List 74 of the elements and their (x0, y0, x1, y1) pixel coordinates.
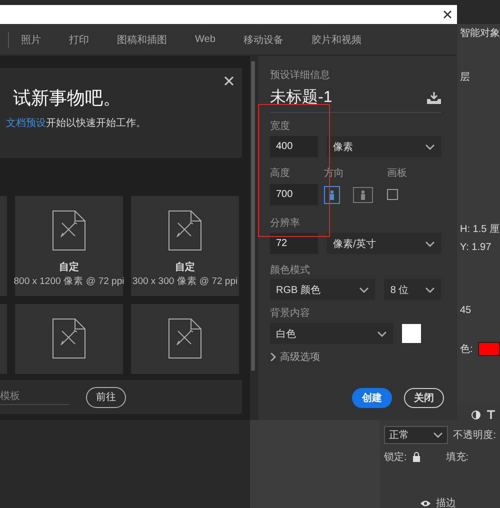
document-icon (168, 210, 202, 251)
go-button[interactable]: 前往 (86, 386, 126, 408)
close-button[interactable]: 关闭 (404, 388, 444, 408)
preset-tile[interactable]: 自定 800 x 1200 像素 @ 72 ppi (15, 196, 123, 296)
intro-text: 文档预设开始以快速开始工作。 (6, 116, 147, 130)
tab[interactable]: 打印 (69, 24, 89, 55)
field-label: 预设详细信息 (270, 68, 331, 82)
preset-size: 300 x 300 像素 @ 72 ppi (132, 275, 238, 288)
effect-label: 描边 (436, 496, 456, 508)
artboard-checkbox[interactable] (387, 189, 398, 200)
type-tool-icon[interactable] (486, 410, 496, 420)
document-icon (168, 318, 202, 359)
chevron-down-icon (425, 240, 435, 246)
preset-size: 800 x 1200 像素 @ 72 ppi (14, 275, 124, 288)
tab[interactable]: 胶片和视频 (311, 24, 362, 55)
background-dropdown[interactable]: 白色 (270, 323, 393, 344)
panel-label: 45 (459, 305, 472, 316)
field-label: 宽度 (270, 120, 291, 133)
document-presets-link[interactable]: 文档预设 (6, 118, 46, 129)
opacity-label: 不透明度: (453, 428, 496, 442)
advanced-options-toggle[interactable]: 高级选项 (270, 350, 441, 364)
color-mode-dropdown[interactable]: RGB 颜色 (270, 279, 376, 300)
number-field[interactable]: 400 (270, 136, 318, 157)
preset-name: 自定 (175, 260, 195, 274)
number-field[interactable]: 700 (270, 184, 318, 205)
document-icon (52, 318, 86, 359)
document-name[interactable]: 未标题-1 (270, 87, 332, 108)
intro-title: 试新事物吧。 (13, 87, 122, 110)
person-icon (328, 190, 336, 200)
number-field[interactable]: 72 (270, 233, 318, 254)
chevron-down-icon (425, 286, 435, 292)
chevron-down-icon (377, 330, 387, 336)
fill-label: 填充: (446, 450, 469, 464)
adjustment-icon[interactable] (471, 410, 481, 420)
chevron-right-icon (270, 353, 276, 361)
lock-label: 锁定: (384, 450, 407, 464)
tab[interactable]: 照片 (21, 24, 41, 55)
field-label: 颜色模式 (270, 264, 311, 277)
eye-icon[interactable] (420, 500, 431, 506)
create-button[interactable]: 创建 (352, 388, 392, 408)
field-label: 高度 (270, 166, 291, 180)
preset-tile[interactable] (131, 304, 239, 374)
document-icon (52, 210, 86, 251)
panel-label: Y: 1.97 (459, 242, 492, 253)
preset-name: 自定 (59, 260, 79, 274)
template-search-field[interactable]: 模板 (0, 389, 70, 405)
chevron-down-icon (359, 286, 370, 292)
panel-label: H: 1.5 厘 (459, 223, 500, 236)
field-label: 背景内容 (270, 306, 311, 320)
save-preset-icon[interactable] (427, 92, 441, 104)
scrollbar[interactable] (251, 61, 255, 371)
landscape-orientation-button[interactable] (353, 186, 373, 202)
person-icon (359, 190, 367, 200)
panel-label: 层 (459, 71, 471, 84)
color-swatch[interactable] (402, 324, 421, 343)
tab[interactable]: 图稿和插图 (117, 24, 167, 55)
chevron-down-icon (425, 144, 435, 150)
bit-depth-dropdown[interactable]: 8 位 (384, 279, 441, 300)
tab[interactable]: 移动设备 (243, 24, 284, 55)
preset-tile[interactable] (15, 304, 123, 374)
color-swatch[interactable] (478, 342, 500, 356)
unit-dropdown[interactable]: 像素 (327, 136, 441, 157)
tab[interactable]: Web (195, 24, 216, 55)
field-label: 分辨率 (270, 216, 301, 230)
panel-label: 智能对象 (459, 26, 500, 40)
close-icon[interactable] (443, 10, 452, 19)
chevron-down-icon (433, 432, 444, 438)
unit-dropdown[interactable]: 像素/英寸 (327, 233, 441, 254)
field-label: 画板 (387, 166, 408, 180)
color-label: 色: (459, 343, 473, 356)
lock-icon[interactable] (412, 452, 421, 462)
preset-tile[interactable]: 自定 300 x 300 像素 @ 72 ppi (131, 196, 239, 296)
portrait-orientation-button[interactable] (324, 186, 340, 204)
blend-mode-dropdown[interactable]: 正常 (384, 426, 448, 444)
